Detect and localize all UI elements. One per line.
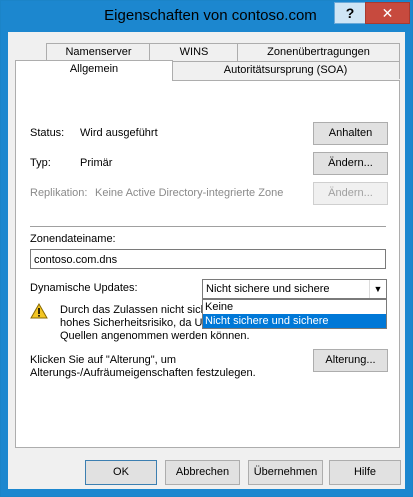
cancel-button[interactable]: Abbrechen — [165, 460, 240, 485]
general-tab-panel: Status: Wird ausgeführt Anhalten Typ: Pr… — [15, 80, 400, 448]
chevron-down-icon[interactable]: ▼ — [369, 280, 386, 298]
tab-allgemein[interactable]: Allgemein — [15, 60, 173, 81]
type-value: Primär — [80, 157, 113, 169]
zonefile-label: Zonendateiname: — [30, 233, 116, 245]
zonefile-input[interactable]: contoso.com.dns — [30, 249, 386, 269]
help-button[interactable]: Hilfe — [329, 460, 401, 485]
properties-dialog: Eigenschaften von contoso.com ? ✕ Namens… — [0, 0, 413, 497]
status-label: Status: — [30, 127, 65, 139]
dynamic-updates-select[interactable]: Nicht sichere und sichere ▼ — [202, 279, 387, 299]
tab-zonenuebertragungen[interactable]: Zonenübertragungen — [237, 43, 400, 61]
help-title-button[interactable]: ? — [334, 2, 366, 24]
tab-soa[interactable]: Autoritätsursprung (SOA) — [171, 61, 400, 79]
change-type-button[interactable]: Ändern... — [313, 152, 388, 175]
option-keine[interactable]: Keine — [203, 300, 386, 314]
aging-line-2: Alterungs-/Aufräumeigenschaften festzule… — [30, 367, 256, 379]
title-bar[interactable]: Eigenschaften von contoso.com ? ✕ — [1, 1, 412, 31]
stop-button[interactable]: Anhalten — [313, 122, 388, 145]
close-button[interactable]: ✕ — [365, 2, 410, 24]
option-nicht-sichere-und-sichere[interactable]: Nicht sichere und sichere — [203, 314, 386, 328]
apply-button[interactable]: Übernehmen — [248, 460, 323, 485]
dialog-client-area: Namenserver WINS Zonenübertragungen Allg… — [8, 32, 405, 489]
tab-wins[interactable]: WINS — [149, 43, 239, 61]
warning-line-3: Quellen angenommen werden können. — [60, 330, 250, 342]
dynamic-updates-dropdown: Keine Nicht sichere und sichere — [202, 299, 387, 329]
warning-line-2: hohes Sicherheitsrisiko, da Up — [60, 317, 209, 329]
dynamic-updates-selected: Nicht sichere und sichere — [206, 283, 330, 295]
status-value: Wird ausgeführt — [80, 127, 158, 139]
warning-icon — [30, 303, 48, 319]
aging-button[interactable]: Alterung... — [313, 349, 388, 372]
dynamic-updates-label: Dynamische Updates: — [30, 282, 138, 294]
type-label: Typ: — [30, 157, 51, 169]
aging-line-1: Klicken Sie auf "Alterung", um — [30, 354, 176, 366]
replication-value: Keine Active Directory-integrierte Zone — [95, 187, 284, 199]
change-replication-button[interactable]: Ändern... — [313, 182, 388, 205]
ok-button[interactable]: OK — [85, 460, 157, 485]
tab-namenserver[interactable]: Namenserver — [46, 43, 151, 61]
separator — [30, 226, 386, 227]
warning-line-1: Durch das Zulassen nicht sich — [60, 304, 207, 316]
replication-label: Replikation: — [30, 187, 88, 199]
